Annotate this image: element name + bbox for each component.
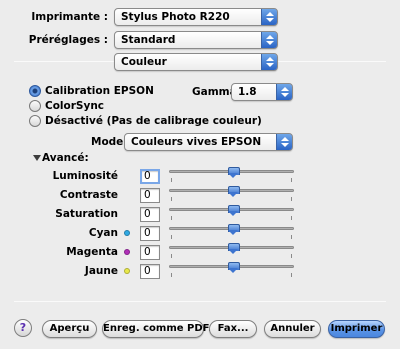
slider-tick [291, 216, 292, 220]
print-dialog: Imprimante : Stylus Photo R220 Préréglag… [0, 0, 400, 349]
slider-thumb[interactable] [227, 167, 240, 179]
slider-thumb[interactable] [227, 243, 240, 255]
mode-value: Couleurs vives EPSON [131, 136, 262, 148]
popup-arrows-icon [276, 84, 292, 100]
color-dot-icon [124, 230, 130, 236]
adjustment-value-field[interactable]: 0 [140, 207, 160, 222]
print-button[interactable]: Imprimer [328, 320, 385, 338]
separator [14, 301, 386, 302]
adjustment-value-field[interactable]: 0 [140, 264, 160, 279]
gamma-popup[interactable]: 1.8 [231, 83, 293, 101]
calibration-epson-label: Calibration EPSON [45, 85, 154, 97]
adjustment-label: Saturation [55, 208, 118, 220]
slider-tick [291, 254, 292, 258]
printer-value: Stylus Photo R220 [121, 11, 230, 23]
color-dot-icon [124, 268, 130, 274]
mode-popup[interactable]: Couleurs vives EPSON [124, 133, 293, 151]
color-dot-icon [124, 249, 130, 255]
adjustment-value-field[interactable]: 0 [140, 169, 160, 184]
popup-arrows-icon [276, 134, 292, 150]
help-button[interactable]: ? [14, 319, 32, 337]
adjustment-label: Jaune [84, 265, 118, 277]
colorsync-label: ColorSync [45, 100, 105, 112]
slider-tick [291, 178, 292, 182]
slider-tick [171, 235, 172, 239]
cancel-button[interactable]: Annuler [264, 320, 321, 338]
radio-calibration-epson[interactable] [29, 85, 41, 97]
slider-tick [171, 254, 172, 258]
advanced-label: Avancé: [42, 152, 89, 164]
panel-value: Couleur [121, 56, 167, 68]
slider-thumb[interactable] [227, 262, 240, 274]
adjustment-value-field[interactable]: 0 [140, 188, 160, 203]
popup-arrows-icon [261, 9, 277, 25]
mode-label: Mode: [91, 136, 128, 148]
presets-value: Standard [121, 34, 176, 46]
adjustment-label: Luminosité [52, 170, 118, 182]
disclosure-triangle-icon[interactable] [33, 155, 41, 161]
slider-tick [291, 197, 292, 201]
radio-colorsync[interactable] [29, 100, 41, 112]
slider-tick [291, 273, 292, 277]
slider-tick [171, 273, 172, 277]
printer-popup[interactable]: Stylus Photo R220 [114, 8, 278, 26]
slider-thumb[interactable] [227, 205, 240, 217]
slider-thumb[interactable] [227, 186, 240, 198]
presets-popup[interactable]: Standard [114, 31, 278, 49]
slider-tick [291, 235, 292, 239]
adjustment-label: Contraste [59, 189, 118, 201]
adjustment-value-field[interactable]: 0 [140, 245, 160, 260]
fax-button[interactable]: Fax... [209, 320, 257, 338]
panel-popup[interactable]: Couleur [114, 53, 278, 71]
popup-arrows-icon [261, 32, 277, 48]
adjustment-label: Magenta [66, 246, 118, 258]
gamma-value: 1.8 [238, 86, 257, 98]
printer-label: Imprimante : [31, 11, 108, 23]
adjustment-label: Cyan [88, 227, 118, 239]
slider-tick [171, 197, 172, 201]
popup-arrows-icon [261, 54, 277, 70]
preview-button[interactable]: Aperçu [42, 320, 97, 338]
adjustment-value-field[interactable]: 0 [140, 226, 160, 241]
save-as-pdf-button[interactable]: Enreg. comme PDF... [102, 320, 219, 338]
disabled-label: Désactivé (Pas de calibrage couleur) [45, 115, 262, 127]
slider-thumb[interactable] [227, 224, 240, 236]
presets-label: Préréglages : [28, 34, 108, 46]
radio-disabled[interactable] [29, 115, 41, 127]
slider-tick [171, 216, 172, 220]
slider-tick [171, 178, 172, 182]
